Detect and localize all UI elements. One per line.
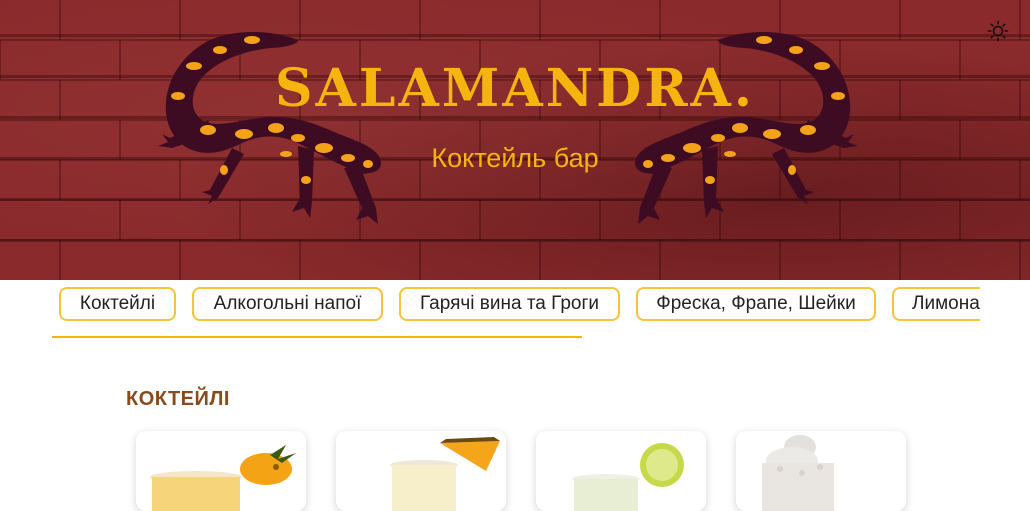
category-nav: Коктейлі Алкогольні напої Гарячі вина та… xyxy=(52,287,980,327)
nav-item-fresh-frappe-shakes[interactable]: Фреска, Фрапе, Шейки xyxy=(636,287,876,321)
product-card[interactable] xyxy=(136,431,306,511)
nav-item-alcoholic-drinks[interactable]: Алкогольні напої xyxy=(192,287,383,321)
salamander-logo-right xyxy=(634,31,858,224)
nav-item-cocktails[interactable]: Коктейлі xyxy=(59,287,176,321)
theme-toggle-button[interactable] xyxy=(987,20,1009,42)
nav-scroll-indicator xyxy=(52,336,582,338)
nav-item-lemonades[interactable]: Лимонади xyxy=(892,287,980,321)
whipped-cream-shake-image xyxy=(736,431,906,511)
brand-subtitle: Коктейль бар xyxy=(431,143,599,173)
pina-colada-image xyxy=(336,431,506,511)
salamander-logo-left xyxy=(158,31,382,224)
sun-icon xyxy=(987,20,1009,42)
nav-item-hot-wines-grogs[interactable]: Гарячі вина та Гроги xyxy=(399,287,620,321)
pineapple-cocktail-image xyxy=(136,431,306,511)
section-title-cocktails: КОКТЕЙЛІ xyxy=(126,388,230,410)
brand-title: SALAMANDRA. xyxy=(274,58,755,119)
lime-cocktail-image xyxy=(536,431,706,511)
product-card[interactable] xyxy=(536,431,706,511)
hero-banner: SALAMANDRA. Коктейль бар xyxy=(0,0,1030,280)
product-card[interactable] xyxy=(736,431,906,511)
product-card[interactable] xyxy=(336,431,506,511)
